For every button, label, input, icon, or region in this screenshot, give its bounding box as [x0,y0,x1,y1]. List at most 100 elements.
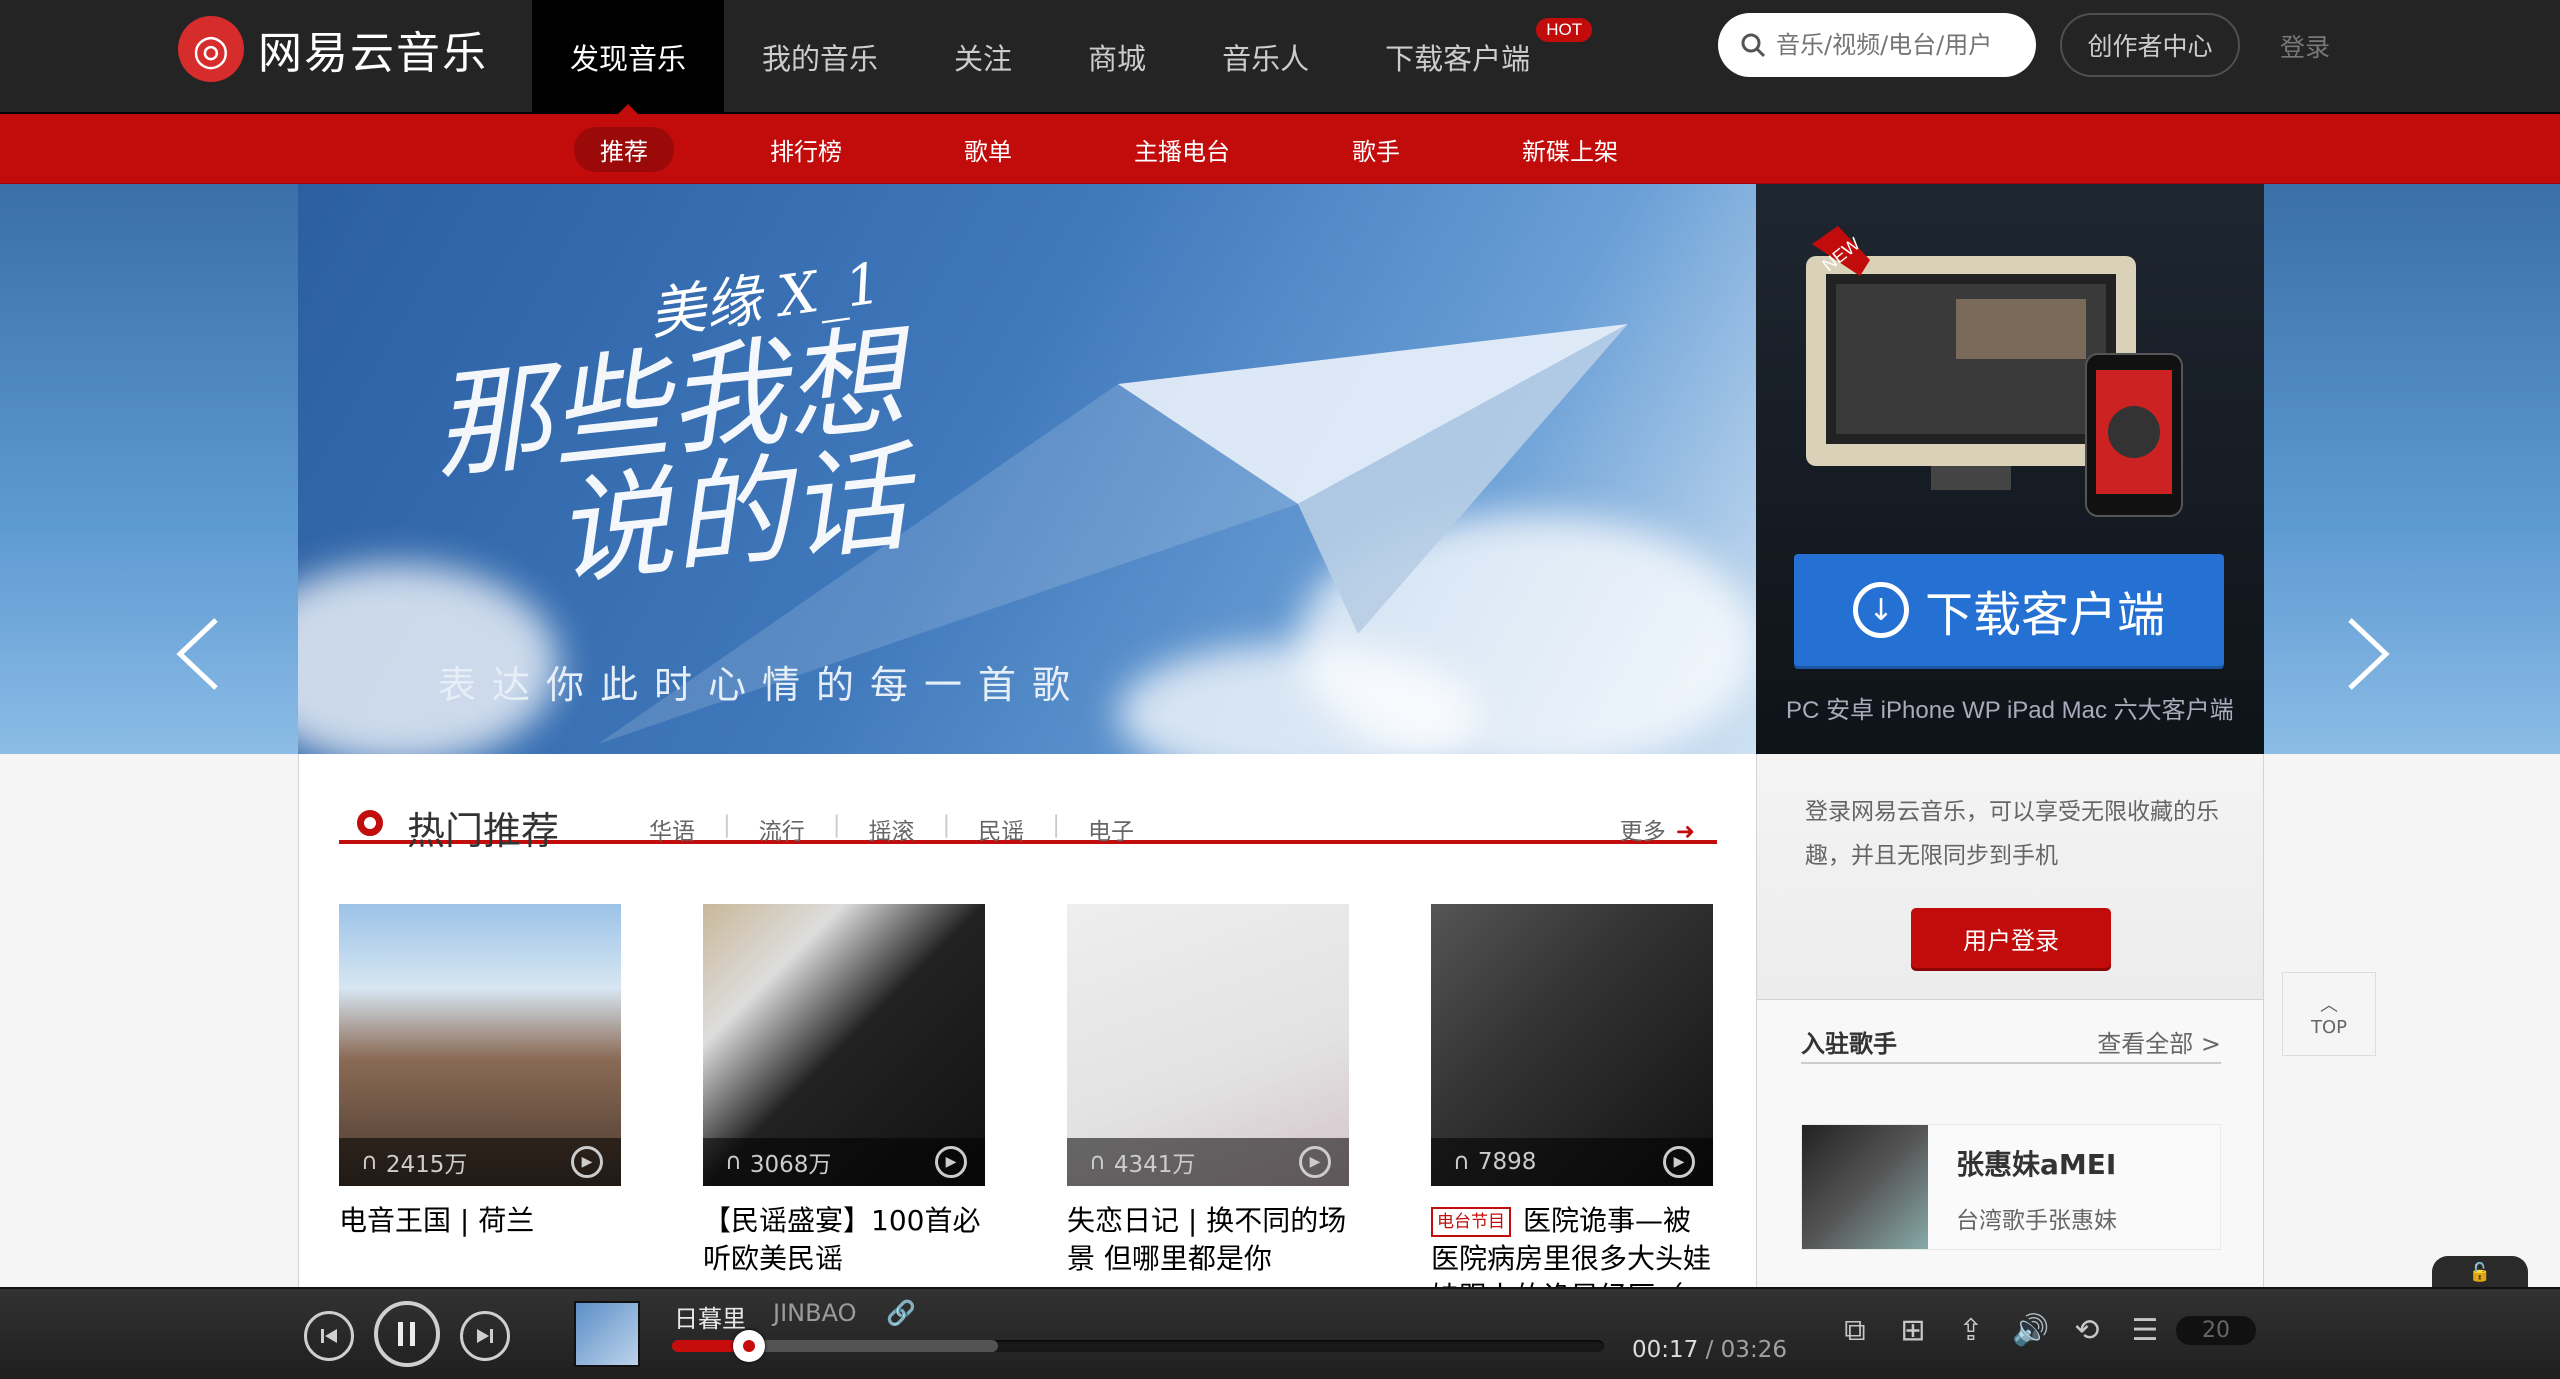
download-arrow-icon: ↓ [1852,582,1909,638]
hot-badge: HOT [1536,18,1593,42]
cover-info-bar: ∩ 4341万 ▶ [1067,1138,1349,1186]
subnav-new-albums[interactable]: 新碟上架 [1496,127,1644,172]
add-to-playlist-icon[interactable]: ⊞ [1896,1313,1930,1348]
login-promo-text: 登录网易云音乐，可以享受无限收藏的乐趣，并且无限同步到手机 [1805,799,2219,869]
login-link[interactable]: 登录 [2280,28,2330,64]
playlist-title[interactable]: 【民谣盛宴】100首必听欧美民谣 [703,1202,985,1278]
artist-avatar[interactable] [1802,1125,1928,1249]
banner-title-line2: 说的话 [547,428,915,603]
song-artist[interactable]: JINBAO [773,1299,856,1327]
share-icon[interactable]: ⇪ [1954,1313,1988,1348]
playlist-count[interactable]: 20 [2176,1316,2256,1345]
playlist-card[interactable]: ∩ 3068万 ▶ 【民谣盛宴】100首必听欧美民谣 [703,904,985,1316]
sidebar: 登录网易云音乐，可以享受无限收藏的乐趣，并且无限同步到手机 用户登录 入驻歌手 … [1756,754,2264,1294]
volume-icon[interactable]: 🔊 [2012,1313,2049,1348]
artist-name[interactable]: 张惠妹aMEI [1956,1143,2117,1183]
chevron-up-icon: ︿ [2320,994,2338,1016]
tag-electronic[interactable]: 电子 [1088,812,1134,846]
nav-my-music[interactable]: 我的音乐 [724,0,916,114]
download-button-label: 下载客户端 [1924,587,2165,643]
chevron-left-icon [176,618,218,690]
search-box[interactable] [1718,13,2036,77]
download-client-button[interactable]: ↓ 下载客户端 [1794,554,2224,666]
tag-chinese[interactable]: 华语 [649,812,695,846]
play-icon[interactable]: ▶ [1299,1146,1331,1178]
headphones-icon: ∩ [1453,1149,1470,1175]
playlist-cover[interactable]: ∩ 4341万 ▶ [1067,904,1349,1186]
song-title[interactable]: 日暮里 [674,1299,746,1334]
play-icon[interactable]: ▶ [935,1146,967,1178]
play-count: 3068万 [749,1152,832,1178]
subnav-recommend[interactable]: 推荐 [574,126,674,172]
nav-follow[interactable]: 关注 [916,0,1050,114]
nav-download-client[interactable]: 下载客户端 HOT [1347,0,1600,114]
next-track-button[interactable] [460,1311,510,1361]
playlist-title[interactable]: 电音王国 | 荷兰 [339,1202,621,1240]
login-promo: 登录网易云音乐，可以享受无限收藏的乐趣，并且无限同步到手机 用户登录 [1757,754,2263,1000]
playlist-icon[interactable]: ☰ [2128,1313,2162,1348]
playlist-card[interactable]: ∩ 2415万 ▶ 电音王国 | 荷兰 [339,904,621,1316]
headphones-icon: ∩ [361,1149,378,1175]
creator-center-button[interactable]: 创作者中心 [2060,13,2240,77]
headphones-icon: ∩ [725,1149,742,1175]
previous-track-button[interactable] [304,1311,354,1361]
netease-music-logo-icon: ◎ [178,16,244,82]
banner-prev-arrow[interactable] [172,614,232,694]
subnav-artists[interactable]: 歌手 [1326,127,1426,172]
picture-in-picture-icon[interactable]: ⧉ [1838,1313,1872,1348]
subnav-dj-radio[interactable]: 主播电台 [1108,127,1256,172]
banner-next-arrow[interactable] [2334,614,2394,694]
subnav-charts[interactable]: 排行榜 [744,127,868,172]
more-label: 更多 [1619,819,1666,845]
back-to-top-button[interactable]: ︿ TOP [2282,972,2376,1056]
pause-icon [398,1322,415,1346]
skip-back-icon [321,1329,337,1343]
hot-recommend-title[interactable]: 热门推荐 [407,800,559,855]
nav-musician[interactable]: 音乐人 [1184,0,1347,114]
play-count: 4341万 [1113,1152,1196,1178]
lock-icon: 🔓 [2468,1262,2492,1283]
progress-bar[interactable] [672,1330,1604,1362]
top-navigation-bar: ◎ 网易云音乐 发现音乐 我的音乐 关注 商城 音乐人 下载客户端 HOT 创作… [0,0,2560,116]
settled-artists-title: 入驻歌手 [1801,1030,1897,1058]
banner-image[interactable]: 美缘 X_1 那些我想 说的话 表达你此时心情的每一首歌 [298,184,1756,754]
banner-subtitle: 表达你此时心情的每一首歌 [438,663,1087,707]
playlist-card[interactable]: ∩ 4341万 ▶ 失恋日记 | 换不同的场景 但哪里都是你 [1067,904,1349,1316]
playlist-cover[interactable]: ∩ 2415万 ▶ [339,904,621,1186]
sub-navigation-bar: 推荐 排行榜 歌单 主播电台 歌手 新碟上架 [0,114,2560,184]
user-login-button[interactable]: 用户登录 [1911,908,2111,968]
bottom-player: 日暮里 JINBAO 🔗 00:17 / 03:26 ⧉ ⊞ ⇪ 🔊 ⟲ ☰ 2… [0,1287,2560,1379]
subnav-playlists[interactable]: 歌单 [938,127,1038,172]
play-time: 00:17 / 03:26 [1632,1337,1787,1363]
search-input[interactable] [1776,31,2016,59]
logo[interactable]: ◎ 网易云音乐 [178,14,488,84]
pause-button[interactable] [374,1301,440,1367]
banner-title: 那些我想 说的话 [426,310,921,604]
playlist-cover[interactable]: ∩ 3068万 ▶ [703,904,985,1186]
playlist-cover[interactable]: ∩ 7898 ▶ [1431,904,1713,1186]
progress-handle[interactable] [732,1330,765,1362]
loop-icon[interactable]: ⟲ [2070,1313,2104,1348]
nav-mall[interactable]: 商城 [1050,0,1184,114]
playlist-card[interactable]: ∩7898▶ 电台节目医院诡事—被医院病房里很多大头娃娃跟上的诡异经历（... [1431,904,1713,1316]
album-thumbnail[interactable] [574,1301,640,1367]
devices-illustration: NEW [1806,226,2183,517]
cover-info-bar: ∩ 7898 ▶ [1431,1138,1713,1186]
player-lock-tab[interactable]: 🔓 [2432,1256,2528,1290]
nav-discover-music[interactable]: 发现音乐 [532,0,725,116]
artist-description: 台湾歌手张惠妹 [1956,1208,2117,1234]
artist-card[interactable]: 张惠妹aMEI 台湾歌手张惠妹 [1801,1124,2221,1250]
play-icon[interactable]: ▶ [1663,1146,1695,1178]
play-icon[interactable]: ▶ [571,1146,603,1178]
tag-folk[interactable]: 民谣 [978,812,1024,846]
total-time: 03:26 [1720,1337,1787,1363]
playlist-title[interactable]: 失恋日记 | 换不同的场景 但哪里都是你 [1067,1202,1349,1278]
link-icon[interactable]: 🔗 [886,1299,916,1327]
view-all-link[interactable]: 查看全部 > [2097,1024,2221,1059]
more-link[interactable]: 更多 ➜ [1620,812,1695,846]
playlist-cards: ∩ 2415万 ▶ 电音王国 | 荷兰 ∩ 3068万 ▶ 【民谣盛宴】100首必听欧美… [339,904,1795,1316]
hot-recommend-header: 热门推荐 华语 | 流行 | 摇滚 | 民谣 | 电子 更多 ➜ [339,794,1717,853]
tag-pop[interactable]: 流行 [759,812,805,846]
play-count: 7898 [1477,1149,1537,1175]
tag-rock[interactable]: 摇滚 [869,812,915,846]
